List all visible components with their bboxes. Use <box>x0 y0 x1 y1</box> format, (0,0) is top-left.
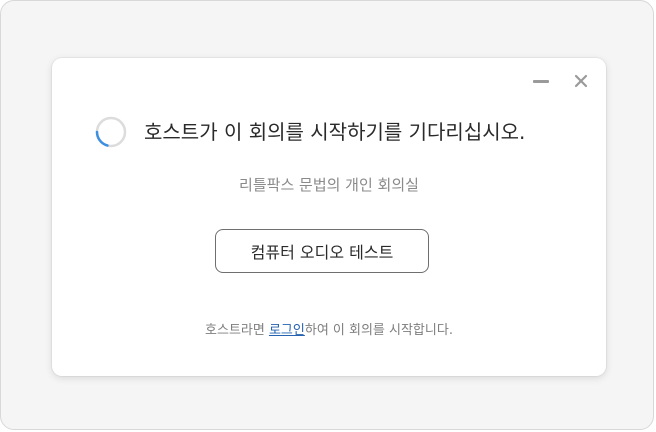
host-prompt-prefix: 호스트라면 <box>205 323 269 338</box>
meeting-room-name: 리틀팍스 문법의 개인 회의실 <box>239 176 419 194</box>
loading-spinner-icon <box>95 116 127 148</box>
host-login-prompt: 호스트라면 로그인하여 이 회의를 시작합니다. <box>52 321 606 341</box>
host-prompt-suffix: 하여 이 회의를 시작합니다. <box>304 323 453 338</box>
minimize-bar <box>533 79 549 83</box>
window-controls <box>532 72 590 90</box>
close-icon[interactable] <box>572 72 590 90</box>
waiting-dialog: 호스트가 이 회의를 시작하기를 기다리십시오. 리틀팍스 문법의 개인 회의실… <box>52 58 606 376</box>
minimize-icon[interactable] <box>532 72 550 90</box>
login-link[interactable]: 로그인 <box>269 323 305 338</box>
test-computer-audio-button[interactable]: 컴퓨터 오디오 테스트 <box>215 229 429 273</box>
waiting-headline: 호스트가 이 회의를 시작하기를 기다리십시오. <box>144 120 526 144</box>
app-window: 호스트가 이 회의를 시작하기를 기다리십시오. 리틀팍스 문법의 개인 회의실… <box>0 0 654 430</box>
close-glyph <box>574 74 588 88</box>
